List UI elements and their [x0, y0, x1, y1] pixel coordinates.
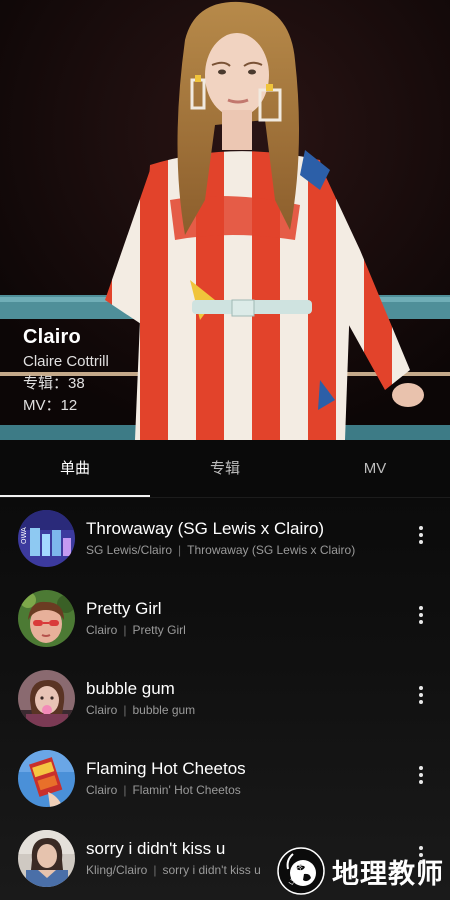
song-title: sorry i didn't kiss u: [86, 839, 226, 858]
song-album: bubble gum: [132, 703, 196, 717]
song-album: Flamin' Hot Cheetos: [132, 783, 241, 797]
song-row[interactable]: bubble gum Clairo | bubble gum: [0, 658, 450, 738]
song-title: bubble gum: [86, 679, 175, 698]
album-cover-flaming-hot-cheetos-icon: [18, 750, 75, 807]
separator: |: [153, 863, 157, 877]
watermark-text: 地理教师: [332, 858, 444, 890]
song-subtitle: Kling/Clairo | sorry i didn't kiss u: [86, 863, 261, 877]
separator: |: [123, 623, 127, 637]
song-title: Pretty Girl: [86, 599, 162, 618]
song-list: OWA Throwaway (SG Lewis x Clairo) SG Lew…: [0, 498, 450, 900]
separator: |: [178, 543, 182, 557]
artist-info: Clairo Claire Cottrill 专辑：38 MV：12: [23, 323, 109, 417]
song-subtitle: Clairo | bubble gum: [86, 703, 195, 717]
more-options-icon[interactable]: [418, 606, 424, 628]
song-artist: Clairo: [86, 783, 118, 797]
more-options-icon[interactable]: [418, 686, 424, 708]
svg-text:OWA: OWA: [20, 527, 28, 544]
song-subtitle: Clairo | Flamin' Hot Cheetos: [86, 783, 241, 797]
album-cover-sorry-icon: [18, 830, 75, 887]
song-album: Pretty Girl: [132, 623, 186, 637]
tab-mv[interactable]: MV: [300, 440, 450, 498]
globe-logo-icon: LESSON: [277, 847, 325, 895]
song-row[interactable]: OWA Throwaway (SG Lewis x Clairo) SG Lew…: [0, 498, 450, 578]
song-artist: Clairo: [86, 623, 118, 637]
watermark: LESSON 地理教师: [276, 846, 444, 896]
artist-real-name: Claire Cottrill: [23, 353, 109, 370]
artist-name: Clairo: [23, 326, 81, 348]
song-subtitle: SG Lewis/Clairo | Throwaway (SG Lewis x Cl…: [86, 543, 355, 557]
separator: |: [123, 703, 127, 717]
tab-albums[interactable]: 专辑: [150, 440, 300, 498]
album-cover-pretty-girl-icon: [18, 590, 75, 647]
song-row[interactable]: Flaming Hot Cheetos Clairo | Flamin' Hot C…: [0, 738, 450, 818]
song-row[interactable]: Pretty Girl Clairo | Pretty Girl: [0, 578, 450, 658]
song-title: Flaming Hot Cheetos: [86, 759, 246, 778]
more-options-icon[interactable]: [418, 526, 424, 548]
song-title: Throwaway (SG Lewis x Clairo): [86, 519, 325, 538]
more-options-icon[interactable]: [418, 766, 424, 788]
mv-count: MV：12: [23, 397, 78, 414]
album-cover-throwaway-icon: OWA: [18, 510, 75, 567]
tab-singles[interactable]: 单曲: [0, 440, 150, 498]
separator: |: [123, 783, 127, 797]
artist-hero: Clairo Claire Cottrill 专辑：38 MV：12: [0, 0, 450, 440]
song-album: Throwaway (SG Lewis x Clairo): [187, 543, 356, 557]
song-album: sorry i didn't kiss u: [162, 863, 261, 877]
song-artist: Clairo: [86, 703, 118, 717]
album-cover-bubble-gum-icon: [18, 670, 75, 727]
song-artist: Kling/Clairo: [86, 863, 148, 877]
song-artist: SG Lewis/Clairo: [86, 543, 173, 557]
song-subtitle: Clairo | Pretty Girl: [86, 623, 186, 637]
tab-bar: 单曲 专辑 MV: [0, 440, 450, 498]
album-count: 专辑：38: [23, 375, 85, 392]
